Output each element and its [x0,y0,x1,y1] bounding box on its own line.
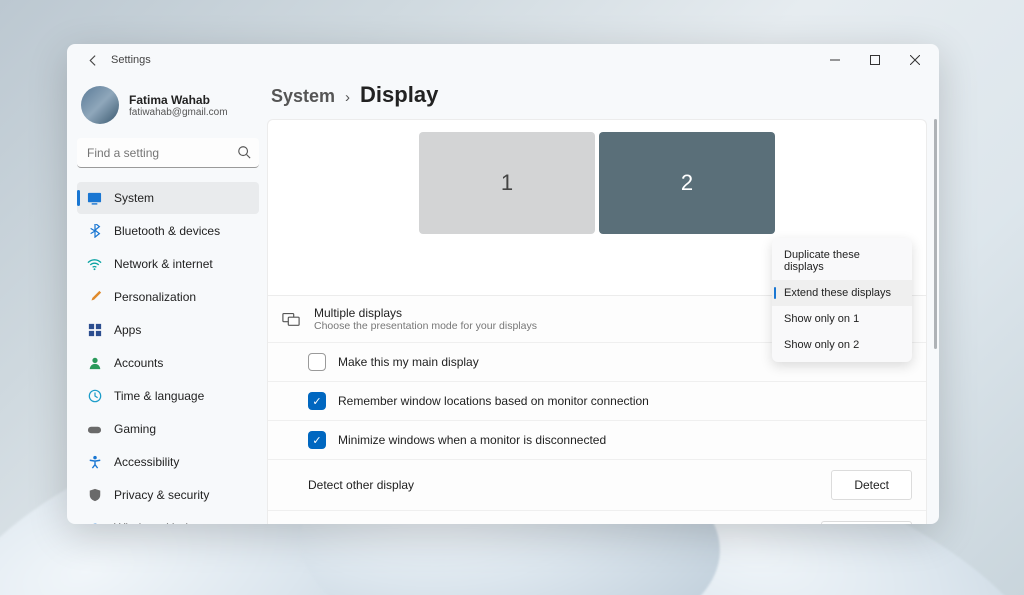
row-detect: Detect other display Detect [268,459,926,510]
nav-item-privacy[interactable]: Privacy & security [77,479,259,511]
checkbox-minimize[interactable]: ✓ [308,431,326,449]
row-label: Detect other display [308,478,414,492]
back-button[interactable] [81,48,105,72]
nav-item-apps[interactable]: Apps [77,314,259,346]
chevron-right-icon: › [345,89,350,106]
brush-icon [87,290,102,305]
minimize-icon [830,55,840,65]
checkbox-remember[interactable]: ✓ [308,392,326,410]
nav-label: Personalization [114,290,196,304]
profile-name: Fatima Wahab [129,93,228,107]
profile-email: fatiwahab@gmail.com [129,107,228,118]
breadcrumb: System › Display [267,82,939,118]
person-icon [87,356,102,371]
main: System › Display 1 2 Identify Duplicate … [267,76,939,524]
nav-label: Apps [114,323,141,337]
close-button[interactable] [895,47,935,73]
nav-label: Gaming [114,422,156,436]
nav-item-personalization[interactable]: Personalization [77,281,259,313]
nav-item-accounts[interactable]: Accounts [77,347,259,379]
row-label: Make this my main display [338,355,479,369]
row-label: Minimize windows when a monitor is disco… [338,433,606,447]
settings-window: Settings Fatima Wahab fatiwahab@gmail.co… [67,44,939,524]
nav-label: Accounts [114,356,163,370]
display-arrangement: 1 2 Identify Duplicate these displays Ex… [267,119,927,295]
row-label: Remember window locations based on monit… [338,394,649,408]
search-icon [237,145,251,164]
row-minimize[interactable]: ✓ Minimize windows when a monitor is dis… [268,420,926,459]
bluetooth-icon [87,224,102,239]
crumb-parent[interactable]: System [271,86,335,107]
section-subtitle: Choose the presentation mode for your di… [314,320,537,332]
system-icon [87,191,102,206]
nav-label: Privacy & security [114,488,209,502]
search [77,138,259,168]
dd-only-1[interactable]: Show only on 1 [772,306,912,332]
minimize-button[interactable] [815,47,855,73]
monitors: 1 2 [419,132,775,234]
nav-label: Bluetooth & devices [114,224,220,238]
content-scroll[interactable]: 1 2 Identify Duplicate these displays Ex… [267,118,939,524]
search-input[interactable] [77,138,259,168]
monitor-2[interactable]: 2 [599,132,775,234]
nav-label: Time & language [114,389,204,403]
nav-item-time[interactable]: Time & language [77,380,259,412]
clock-icon [87,389,102,404]
titlebar: Settings [67,44,939,76]
multiple-displays-icon [282,310,300,328]
nav-item-update[interactable]: Windows Update [77,512,259,524]
checkbox-main-display[interactable] [308,353,326,371]
nav-label: Network & internet [114,257,213,271]
dd-extend[interactable]: Extend these displays [772,280,912,306]
profile[interactable]: Fatima Wahab fatiwahab@gmail.com [77,80,259,136]
nav-item-bluetooth[interactable]: Bluetooth & devices [77,215,259,247]
dd-only-2[interactable]: Show only on 2 [772,332,912,358]
accessibility-icon [87,455,102,470]
nav-item-system[interactable]: System [77,182,259,214]
row-remember-locations[interactable]: ✓ Remember window locations based on mon… [268,381,926,420]
maximize-button[interactable] [855,47,895,73]
nav-item-accessibility[interactable]: Accessibility [77,446,259,478]
apps-icon [87,323,102,338]
connect-button[interactable]: Connect [821,521,912,524]
monitor-1[interactable]: 1 [419,132,595,234]
window-controls [815,47,935,73]
shield-icon [87,488,102,503]
projection-dropdown: Duplicate these displays Extend these di… [772,238,912,362]
row-wireless: Connect to a wireless display Connect [268,510,926,524]
nav-item-gaming[interactable]: Gaming [77,413,259,445]
update-icon [87,521,102,525]
nav-label: Windows Update [114,521,205,524]
nav-item-network[interactable]: Network & internet [77,248,259,280]
wifi-icon [87,257,102,272]
arrow-left-icon [87,54,100,67]
detect-button[interactable]: Detect [831,470,912,500]
close-icon [910,55,920,65]
avatar [81,86,119,124]
nav: System Bluetooth & devices Network & int… [77,182,259,524]
section-title: Multiple displays [314,306,537,320]
maximize-icon [870,55,880,65]
scrollbar[interactable] [934,119,937,349]
window-title: Settings [111,54,151,66]
dd-duplicate[interactable]: Duplicate these displays [772,242,912,280]
page-title: Display [360,82,438,108]
gamepad-icon [87,422,102,437]
nav-label: System [114,191,154,205]
nav-label: Accessibility [114,455,179,469]
sidebar: Fatima Wahab fatiwahab@gmail.com System … [67,76,267,524]
